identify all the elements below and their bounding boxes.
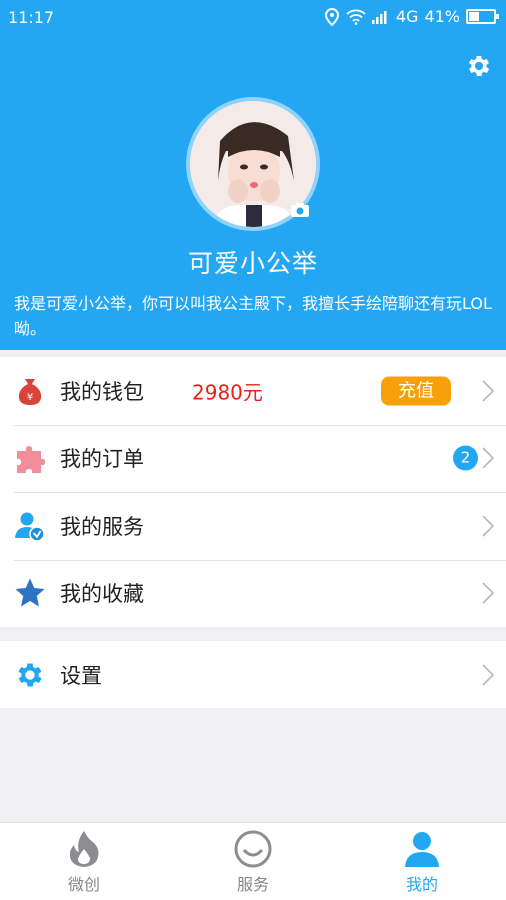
orders-row[interactable]: 我的订单 2 bbox=[0, 424, 506, 493]
camera-icon[interactable] bbox=[290, 202, 310, 218]
services-row[interactable]: 我的服务 bbox=[0, 492, 506, 560]
chevron-right-icon bbox=[482, 380, 494, 402]
user-check-icon bbox=[15, 512, 45, 542]
recharge-button[interactable]: 充值 bbox=[381, 376, 451, 406]
nav-tab-weichuang[interactable]: 微创 bbox=[0, 823, 168, 900]
services-label: 我的服务 bbox=[60, 514, 144, 539]
money-bag-icon: ¥ bbox=[18, 378, 42, 405]
nav-label-services: 服务 bbox=[236, 875, 269, 894]
battery-icon bbox=[466, 9, 499, 24]
menu-list: ¥ 我的钱包 2980元 充值 我的订单 2 我的服务 我的收藏 bbox=[0, 357, 506, 627]
chevron-right-icon bbox=[482, 515, 494, 537]
wifi-icon bbox=[346, 9, 366, 25]
puzzle-icon bbox=[17, 446, 45, 474]
profile-header: 11:17 4G 41% 可爱小公举 我是可爱小公举，你可以叫我公主殿下，我擅长… bbox=[0, 0, 506, 350]
smile-circle-icon bbox=[234, 830, 272, 868]
svg-text:¥: ¥ bbox=[27, 392, 33, 403]
gear-icon bbox=[18, 663, 42, 687]
nav-label-weichuang: 微创 bbox=[67, 875, 100, 894]
orders-label: 我的订单 bbox=[60, 447, 144, 472]
chevron-right-icon bbox=[482, 447, 494, 469]
bio-text: 我是可爱小公举，你可以叫我公主殿下，我擅长手绘陪聊还有玩LOL呦。 bbox=[14, 294, 492, 338]
network-type: 4G bbox=[395, 7, 419, 26]
bottom-nav: 微创 服务 我的 bbox=[0, 822, 506, 900]
nav-tab-services[interactable]: 服务 bbox=[169, 823, 337, 900]
settings-gear-icon[interactable] bbox=[465, 52, 493, 80]
status-bar: 11:17 4G 41% bbox=[0, 0, 506, 34]
battery-percent: 41% bbox=[424, 7, 460, 26]
signal-icon bbox=[371, 10, 387, 24]
nav-label-mine: 我的 bbox=[405, 875, 438, 894]
chevron-right-icon bbox=[482, 664, 494, 686]
favorites-row[interactable]: 我的收藏 bbox=[0, 559, 506, 628]
settings-row[interactable]: 设置 bbox=[0, 641, 506, 709]
chevron-right-icon bbox=[482, 582, 494, 604]
person-icon bbox=[405, 832, 439, 867]
wallet-amount: 2980元 bbox=[192, 380, 263, 405]
nav-tab-mine[interactable]: 我的 bbox=[338, 823, 506, 900]
settings-group: 设置 bbox=[0, 641, 506, 708]
status-time: 11:17 bbox=[8, 8, 55, 27]
location-icon bbox=[324, 7, 339, 26]
nickname: 可爱小公举 bbox=[187, 249, 318, 278]
wallet-label: 我的钱包 bbox=[60, 379, 144, 404]
wallet-row[interactable]: ¥ 我的钱包 2980元 充值 bbox=[0, 357, 506, 425]
flame-icon bbox=[69, 831, 99, 867]
status-indicators: 4G 41% bbox=[324, 7, 499, 26]
favorites-label: 我的收藏 bbox=[60, 582, 144, 607]
settings-label: 设置 bbox=[60, 663, 102, 688]
star-icon bbox=[15, 578, 45, 607]
orders-count-badge: 2 bbox=[453, 445, 478, 471]
